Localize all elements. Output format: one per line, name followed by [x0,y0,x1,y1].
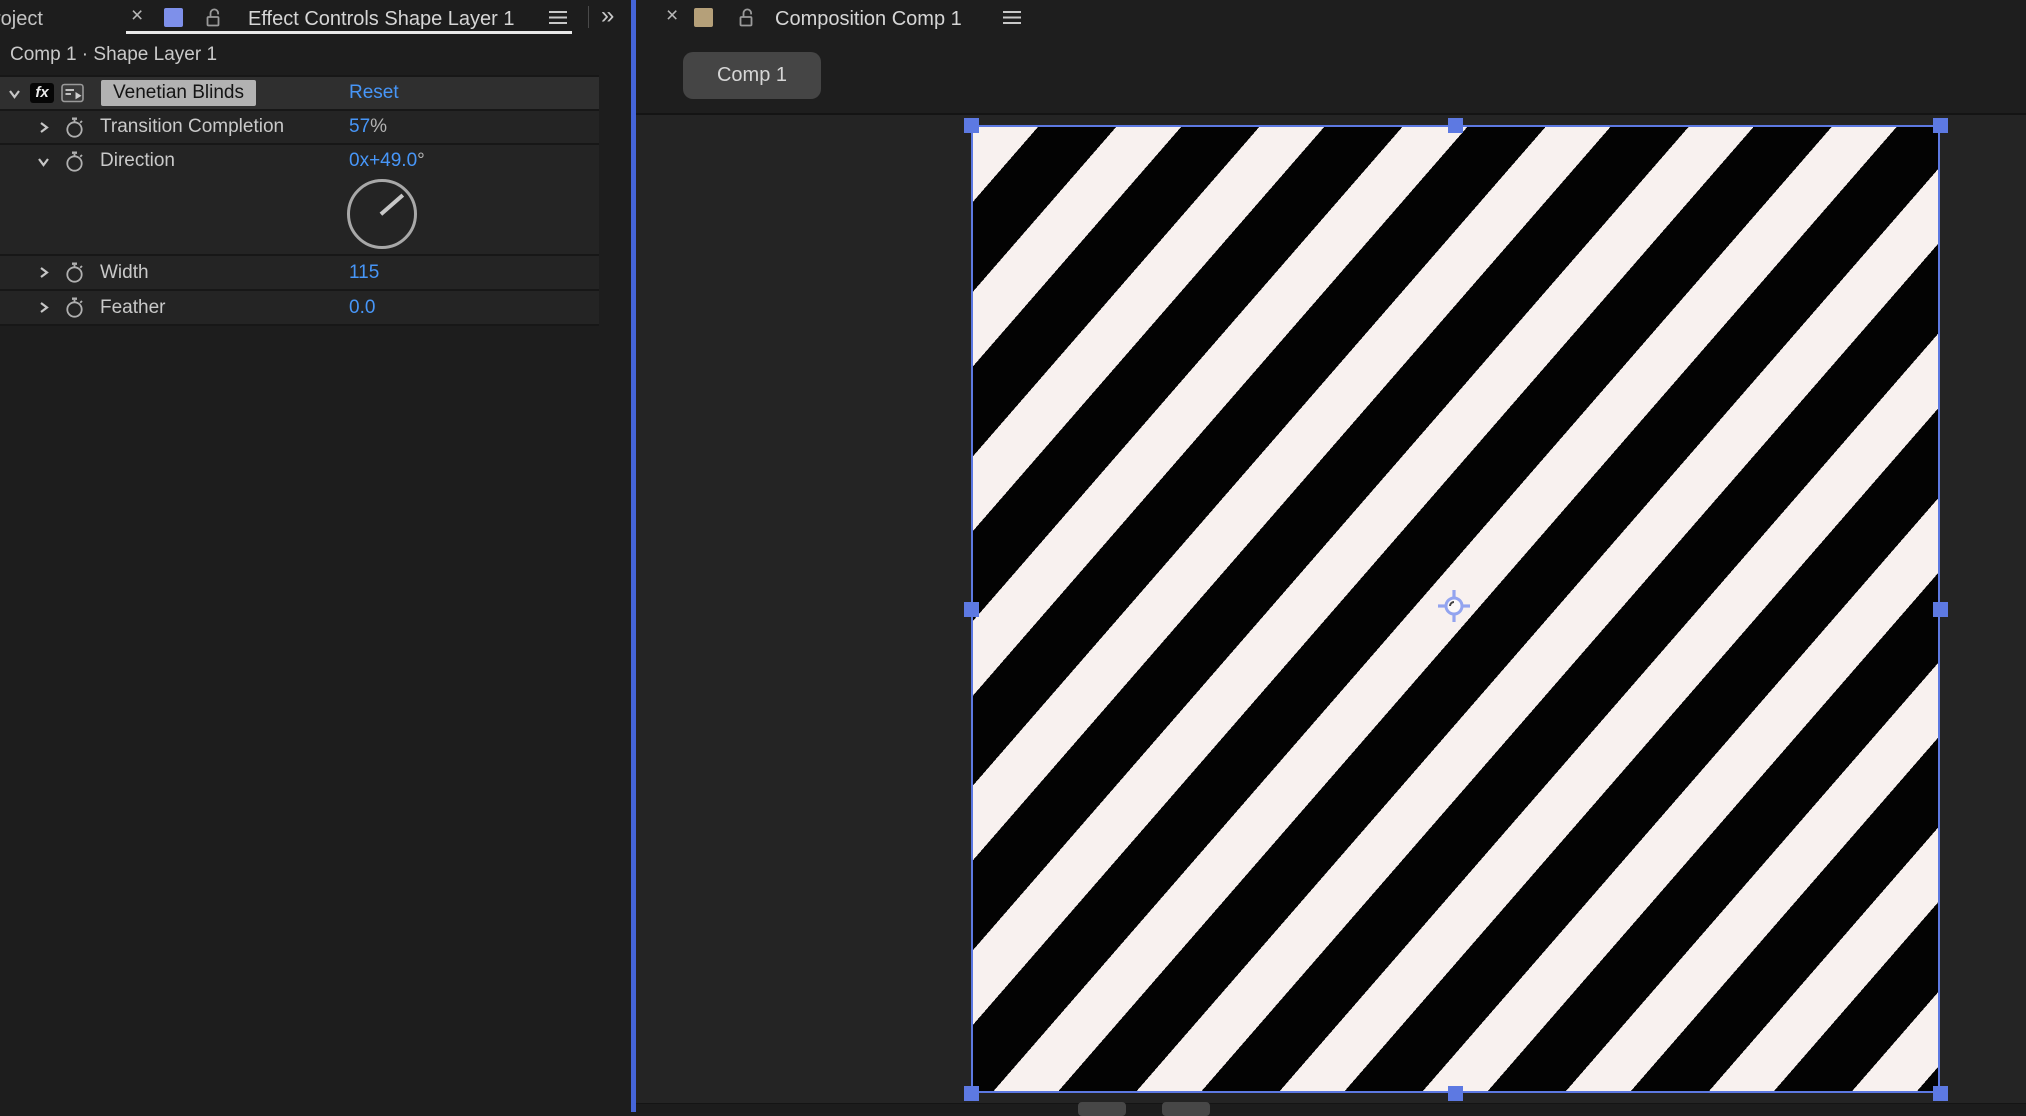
panel-menu-icon[interactable] [548,10,568,25]
handle-middle-right[interactable] [1932,601,1948,617]
chevron-down-icon[interactable] [9,87,20,100]
property-row-direction: Direction 0x+49.0° [0,145,599,177]
stopwatch-icon[interactable] [64,116,85,144]
handle-bottom-left[interactable] [963,1085,979,1101]
handle-middle-left[interactable] [963,601,979,617]
active-tab-underline [126,31,572,34]
direction-dial[interactable] [347,179,417,249]
unlock-icon[interactable] [738,7,755,28]
close-panel-icon[interactable]: × [131,5,143,26]
property-label: Feather [100,297,166,318]
tab-project-partial[interactable]: roject [0,8,43,31]
property-label: Width [100,262,149,283]
effect-badge-icon [61,83,86,108]
property-row-transition-completion: Transition Completion 57% [0,111,599,143]
effect-controls-panel: roject × Effect Controls Shape Layer 1 »… [0,0,631,1112]
panel-color-chip [694,8,713,27]
tab-composition[interactable]: Composition Comp 1 [775,8,962,31]
anchor-point-icon[interactable] [1436,588,1472,624]
overflow-panels-icon[interactable]: » [601,4,614,28]
unlock-icon[interactable] [205,7,222,28]
composition-viewport [636,113,2026,1105]
property-row-width: Width 115 [0,256,599,289]
tabbar-separator [588,6,589,28]
tab-effect-controls[interactable]: Effect Controls Shape Layer 1 [248,8,514,31]
property-value[interactable]: 115 [349,256,379,289]
property-row-feather: Feather 0.0 [0,291,599,324]
direction-dial-block [0,177,599,254]
breadcrumb: Comp 1 · Shape Layer 1 [10,44,218,65]
panel-menu-icon[interactable] [1002,10,1022,25]
composition-panel: × Composition Comp 1 Comp 1 [636,0,2026,1112]
handle-top-right[interactable] [1932,117,1948,133]
fx-toggle-icon[interactable]: fx [30,83,54,103]
value-suffix: % [370,116,388,137]
effect-name-selected[interactable]: Venetian Blinds [101,80,256,106]
stopwatch-icon[interactable] [64,296,85,324]
property-label: Transition Completion [100,116,285,137]
viewer-mini-button[interactable] [1162,1102,1210,1116]
divider-line [0,324,599,326]
handle-bottom-right[interactable] [1932,1085,1948,1101]
chevron-right-icon[interactable] [38,121,49,134]
viewer-tab-comp1[interactable]: Comp 1 [683,52,821,99]
handle-bottom-center[interactable] [1448,1085,1463,1101]
stopwatch-icon[interactable] [64,261,85,289]
panel-color-chip [164,8,183,27]
property-value[interactable]: 57% [349,111,387,143]
property-label: Direction [100,150,175,171]
chevron-right-icon[interactable] [38,301,49,314]
value-suffix: ° [417,150,425,171]
close-panel-icon[interactable]: × [666,5,678,26]
handle-top-center[interactable] [1448,117,1463,133]
reset-effect-link[interactable]: Reset [349,77,399,109]
chevron-right-icon[interactable] [38,266,49,279]
viewer-mini-button[interactable] [1078,1102,1126,1116]
property-value[interactable]: 0x+49.0° [349,145,425,177]
direction-dial-needle [379,193,404,216]
effect-header-row[interactable]: fx Venetian Blinds Reset [0,77,599,109]
handle-top-left[interactable] [963,117,979,133]
chevron-down-icon[interactable] [38,155,49,168]
stopwatch-icon[interactable] [64,150,85,178]
property-value[interactable]: 0.0 [349,291,375,324]
after-effects-window: { "effect_controls": { "ghost_tab_label"… [0,0,2026,1116]
